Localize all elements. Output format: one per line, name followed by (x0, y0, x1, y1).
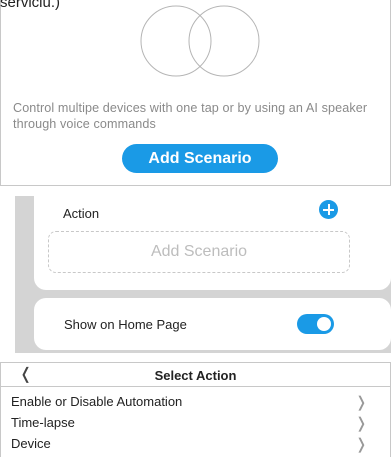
plus-circle-icon[interactable] (319, 200, 338, 219)
show-home-page-toggle[interactable] (297, 314, 334, 334)
top-cut-text: serviciu.) (0, 0, 61, 11)
list-item-label: Device (11, 436, 51, 451)
overlapping-circles-icon (140, 5, 260, 77)
scenario-intro-card: Control multipe devices with one tap or … (0, 0, 391, 186)
list-item-label: Time-lapse (11, 415, 75, 430)
list-item-time-lapse[interactable]: Time-lapse ❭ (1, 412, 390, 433)
list-item-device[interactable]: Device ❭ (1, 433, 390, 454)
add-action-placeholder[interactable]: Add Scenario (48, 231, 350, 273)
scenario-description: Control multipe devices with one tap or … (13, 101, 368, 131)
list-item-label: Enable or Disable Automation (11, 394, 183, 409)
show-home-page-row: Show on Home Page (34, 298, 391, 350)
list-item-enable-disable-automation[interactable]: Enable or Disable Automation ❭ (1, 391, 390, 412)
chevron-right-icon: ❭ (355, 415, 368, 432)
scenario-settings-section: Action Add Scenario Show on Home Page (15, 196, 391, 353)
select-action-header: ❬ Select Action (1, 363, 390, 387)
add-scenario-button[interactable]: Add Scenario (122, 144, 278, 173)
action-card: Action Add Scenario (34, 196, 391, 290)
chevron-right-icon: ❭ (355, 394, 368, 411)
chevron-right-icon: ❭ (355, 436, 368, 453)
toggle-knob (317, 317, 331, 331)
select-action-panel: ❬ Select Action Enable or Disable Automa… (0, 362, 391, 457)
show-home-page-label: Show on Home Page (64, 317, 187, 332)
action-label: Action (63, 206, 100, 221)
page-title: Select Action (154, 368, 237, 383)
